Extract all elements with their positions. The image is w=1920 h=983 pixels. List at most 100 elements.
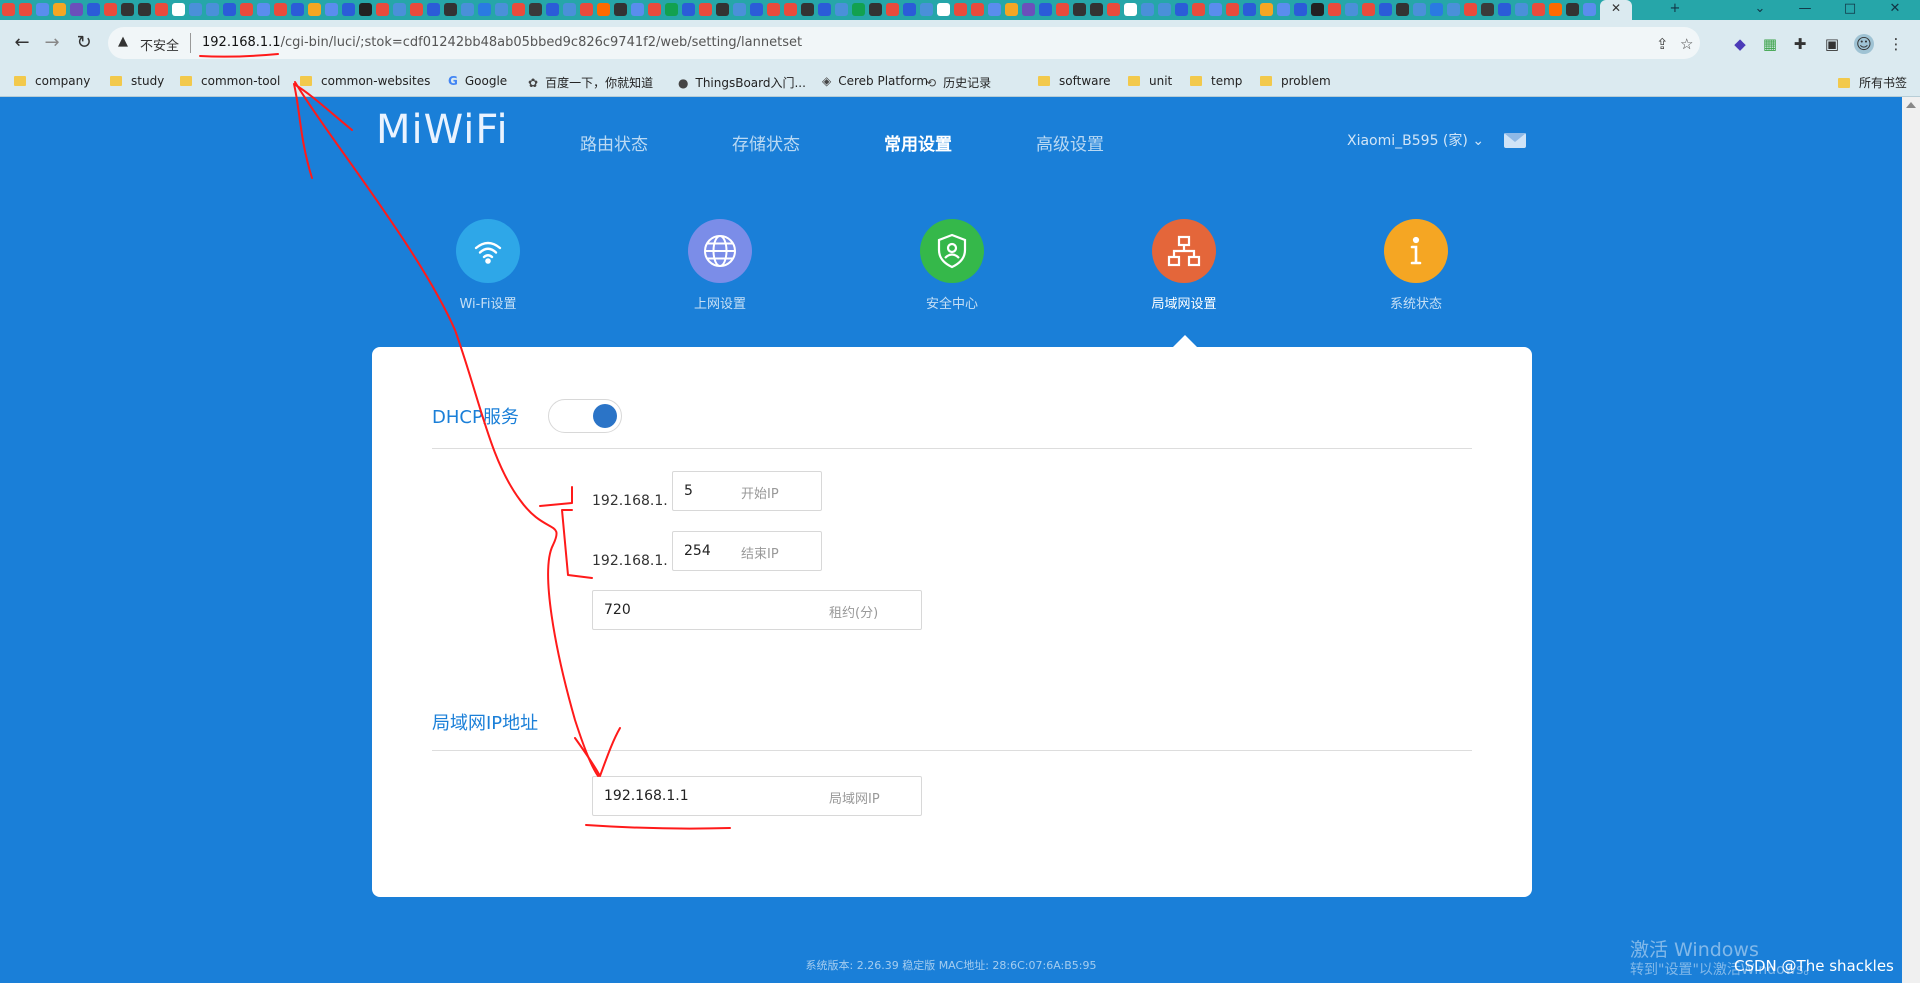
tab-favicon-icon[interactable] [1464, 3, 1477, 16]
tab-favicon-icon[interactable] [1073, 3, 1086, 16]
tab-favicon-icon[interactable] [342, 3, 355, 16]
tab-favicon-icon[interactable] [291, 3, 304, 16]
tab-favicon-icon[interactable] [1107, 3, 1120, 16]
tab-favicon-icon[interactable] [852, 3, 865, 16]
address-bar[interactable]: ▲ 不安全 192.168.1.1/cgi-bin/luci/;stok=cdf… [108, 27, 1700, 59]
lan-ip-field[interactable]: 192.168.1.1 局域网IP [592, 776, 922, 816]
tab-favicon-icon[interactable] [1583, 3, 1596, 16]
minimize-button[interactable]: — [1790, 0, 1820, 20]
lease-field[interactable]: 720 租约(分) [592, 590, 922, 630]
tab-favicon-icon[interactable] [580, 3, 593, 16]
tab-favicon-icon[interactable] [240, 3, 253, 16]
bookmark-unit[interactable]: unit [1128, 74, 1172, 88]
category-wifi[interactable]: Wi-Fi设置 [428, 219, 548, 312]
bookmark-cereb-platform[interactable]: ◈ Cereb Platform [822, 74, 928, 88]
tab-favicon-icon[interactable] [512, 3, 525, 16]
browser-menu-icon[interactable]: ⋮ [1886, 34, 1906, 54]
tab-favicon-icon[interactable] [682, 3, 695, 16]
tab-favicon-icon[interactable] [257, 3, 270, 16]
tab-favicon-icon[interactable] [767, 3, 780, 16]
new-tab-button[interactable]: + [1660, 0, 1690, 20]
tab-favicon-icon[interactable] [223, 3, 236, 16]
tab-favicon-icon[interactable] [1294, 3, 1307, 16]
tab-favicon-icon[interactable] [716, 3, 729, 16]
tab-favicon-icon[interactable] [1124, 3, 1137, 16]
tab-favicon-icon[interactable] [19, 3, 32, 16]
tab-favicon-icon[interactable] [1328, 3, 1341, 16]
bookmark-google[interactable]: G Google [448, 74, 507, 88]
start-ip-field[interactable]: 5 开始IP [672, 471, 822, 511]
extension-grid-icon[interactable]: ▦ [1760, 34, 1780, 54]
tab-favicon-icon[interactable] [1532, 3, 1545, 16]
reload-button[interactable]: ↻ [72, 32, 96, 56]
tab-favicon-icon[interactable] [784, 3, 797, 16]
tab-favicon-icon[interactable] [937, 3, 950, 16]
bookmark-thingsboard[interactable]: ● ThingsBoard入门... [678, 74, 806, 91]
nav-tab[interactable]: 路由状态 [580, 130, 648, 155]
tab-favicon-icon[interactable] [1549, 3, 1562, 16]
tab-favicon-icon[interactable] [104, 3, 117, 16]
page-scrollbar[interactable] [1902, 97, 1920, 983]
tab-favicon-icon[interactable] [648, 3, 661, 16]
tab-favicon-icon[interactable] [1566, 3, 1579, 16]
tab-favicon-icon[interactable] [1396, 3, 1409, 16]
device-selector[interactable]: Xiaomi_B595 (家) ⌄ [1347, 130, 1484, 150]
tab-favicon-icon[interactable] [988, 3, 1001, 16]
bookmark-temp[interactable]: temp [1190, 74, 1242, 88]
forward-button[interactable]: → [40, 32, 64, 56]
end-ip-field[interactable]: 254 结束IP [672, 531, 822, 571]
tab-favicon-icon[interactable] [410, 3, 423, 16]
nav-tab[interactable]: 常用设置 [884, 130, 952, 155]
tab-favicon-icon[interactable] [886, 3, 899, 16]
tab-favicon-icon[interactable] [920, 3, 933, 16]
tab-favicon-icon[interactable] [1056, 3, 1069, 16]
tab-favicon-icon[interactable] [563, 3, 576, 16]
tab-favicon-icon[interactable] [1515, 3, 1528, 16]
tab-favicon-icon[interactable] [903, 3, 916, 16]
tab-search-icon[interactable]: ⌄ [1745, 0, 1775, 20]
tab-favicon-icon[interactable] [699, 3, 712, 16]
extensions-puzzle-icon[interactable]: ✚ [1790, 34, 1810, 54]
bookmark-software[interactable]: software [1038, 74, 1111, 88]
tab-favicon-icon[interactable] [835, 3, 848, 16]
tab-favicon-icon[interactable] [1243, 3, 1256, 16]
tab-favicon-icon[interactable] [1022, 3, 1035, 16]
bookmark-company[interactable]: company [14, 74, 90, 88]
tab-favicon-icon[interactable] [1362, 3, 1375, 16]
tab-favicon-icon[interactable] [1311, 3, 1324, 16]
tab-favicon-icon[interactable] [1345, 3, 1358, 16]
bookmark-common-websites[interactable]: common-websites [300, 74, 430, 88]
tab-favicon-icon[interactable] [461, 3, 474, 16]
tab-favicon-icon[interactable] [36, 3, 49, 16]
mail-icon[interactable] [1504, 133, 1526, 148]
tab-favicon-icon[interactable] [869, 3, 882, 16]
tab-favicon-icon[interactable] [546, 3, 559, 16]
tab-favicon-icon[interactable] [1090, 3, 1103, 16]
tab-favicon-icon[interactable] [70, 3, 83, 16]
tab-favicon-icon[interactable] [87, 3, 100, 16]
tab-favicon-icon[interactable] [155, 3, 168, 16]
close-window-button[interactable]: ✕ [1880, 0, 1910, 20]
category-shield[interactable]: 安全中心 [892, 219, 1012, 312]
bookmark-[interactable]: ✿ 百度一下，你就知道 [528, 74, 653, 91]
tab-favicon-icon[interactable] [1192, 3, 1205, 16]
tab-favicon-icon[interactable] [1209, 3, 1222, 16]
tab-favicon-icon[interactable] [597, 3, 610, 16]
nav-tab[interactable]: 存储状态 [732, 130, 800, 155]
close-tab-icon[interactable]: ✕ [1611, 1, 1621, 15]
tab-favicon-icon[interactable] [1158, 3, 1171, 16]
tab-favicon-icon[interactable] [138, 3, 151, 16]
tab-favicon-icon[interactable] [954, 3, 967, 16]
security-label[interactable]: 不安全 [140, 35, 179, 54]
maximize-button[interactable]: □ [1835, 0, 1865, 20]
tab-favicon-icon[interactable] [478, 3, 491, 16]
bookmark-study[interactable]: study [110, 74, 164, 88]
tab-favicon-icon[interactable] [308, 3, 321, 16]
active-tab[interactable]: ✕ [1600, 0, 1632, 20]
tab-favicon-icon[interactable] [121, 3, 134, 16]
bookmark-[interactable]: ⟲ 历史记录 [926, 74, 991, 91]
tab-favicon-icon[interactable] [1447, 3, 1460, 16]
share-icon[interactable]: ⇪ [1656, 35, 1669, 53]
tab-favicon-icon[interactable] [1141, 3, 1154, 16]
bookmark-problem[interactable]: problem [1260, 74, 1331, 88]
